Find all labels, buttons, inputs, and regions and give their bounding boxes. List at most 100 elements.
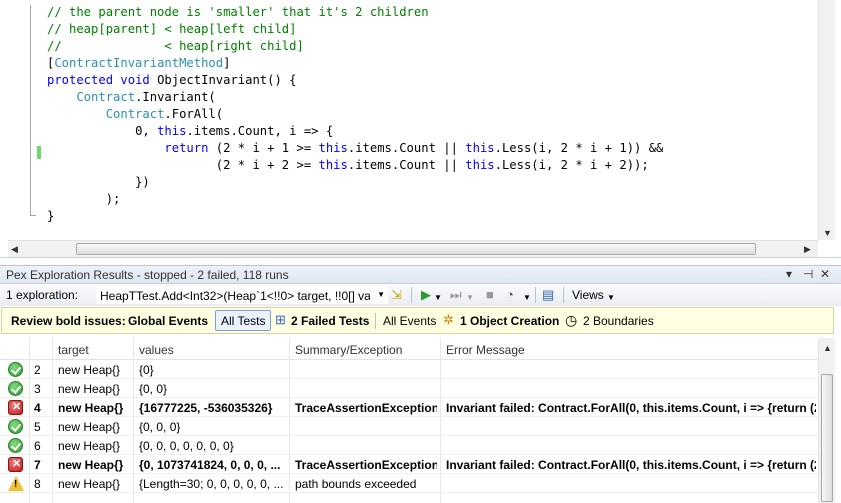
step-dropdown-icon[interactable]: ▼ bbox=[466, 290, 474, 306]
cell-values: {Length=30; 0, 0, 0, 0, 0, ... bbox=[139, 477, 284, 491]
step-icon[interactable]: ⏭ bbox=[450, 287, 462, 303]
editor-vertical-scrollbar[interactable]: ▼ bbox=[818, 0, 835, 240]
cell-summary: TraceAssertionException bbox=[295, 401, 437, 415]
options-dropdown-icon[interactable]: ▼ bbox=[523, 290, 531, 306]
goto-icon[interactable]: ⇲ bbox=[391, 287, 402, 303]
cell-summary: path bounds exceeded bbox=[295, 477, 417, 491]
run-icon[interactable]: ▶ bbox=[421, 287, 431, 303]
column-header-target[interactable]: target bbox=[58, 343, 89, 357]
panel-title-bar: Pex Exploration Results - stopped - 2 fa… bbox=[0, 265, 841, 284]
scroll-thumb[interactable] bbox=[76, 243, 756, 255]
scroll-left-icon[interactable]: ◀ bbox=[11, 243, 18, 255]
object-creation-icon: ✲ bbox=[443, 312, 454, 327]
results-toolbar: 1 exploration: HeapTTest.Add<Int32>(Heap… bbox=[0, 284, 841, 306]
cell-target: new Heap{} bbox=[58, 458, 124, 472]
cell-values: {0, 1073741824, 0, 0, 0, ... bbox=[139, 458, 281, 472]
grid-header: target values Summary/Exception Error Me… bbox=[0, 338, 818, 360]
exploration-label: 1 exploration: bbox=[6, 288, 79, 302]
fail-icon bbox=[8, 457, 23, 472]
cell-values: {16777225, -536035326} bbox=[139, 401, 273, 415]
all-events-button[interactable]: All Events bbox=[383, 314, 436, 328]
cell-target: new Heap{} bbox=[58, 477, 121, 491]
table-row[interactable]: 8 new Heap{} {Length=30; 0, 0, 0, 0, 0, ..… bbox=[0, 474, 818, 493]
results-grid: target values Summary/Exception Error Me… bbox=[0, 338, 818, 503]
change-marker bbox=[37, 146, 41, 159]
column-header-summary[interactable]: Summary/Exception bbox=[295, 343, 402, 357]
pass-icon bbox=[8, 381, 23, 396]
cell-error: Invariant failed: Contract.ForAll(0, thi… bbox=[446, 458, 816, 472]
column-header-values[interactable]: values bbox=[139, 343, 174, 357]
failed-tests-button[interactable]: 2 Failed Tests bbox=[291, 314, 369, 328]
cell-target: new Heap{} bbox=[58, 439, 121, 453]
cell-values: {0} bbox=[139, 363, 154, 377]
outline-collapse-bar[interactable] bbox=[25, 5, 36, 225]
global-events-link[interactable]: Global Events bbox=[128, 314, 208, 328]
all-tests-button[interactable]: All Tests bbox=[215, 310, 271, 331]
editor-horizontal-scrollbar[interactable]: ◀ ▶ bbox=[8, 240, 818, 257]
cell-values: {0, 0, 0} bbox=[139, 420, 181, 434]
cell-num: 8 bbox=[34, 477, 41, 491]
code-line: protected void ObjectInvariant() { bbox=[47, 73, 297, 87]
fail-icon bbox=[8, 400, 23, 415]
code-line: // < heap[right child] bbox=[47, 39, 304, 53]
cell-target: new Heap{} bbox=[58, 420, 121, 434]
cell-num: 5 bbox=[34, 420, 41, 434]
table-row[interactable]: 6 new Heap{} {0, 0, 0, 0, 0, 0, 0} bbox=[0, 436, 818, 455]
table-row[interactable]: 3 new Heap{} {0, 0} bbox=[0, 379, 818, 398]
cell-summary: TraceAssertionException bbox=[295, 458, 437, 472]
object-creation-button[interactable]: 1 Object Creation bbox=[460, 314, 559, 328]
scroll-right-icon[interactable]: ▶ bbox=[804, 243, 811, 255]
close-icon[interactable]: ✕ bbox=[820, 267, 830, 281]
panel-title: Pex Exploration Results - stopped - 2 fa… bbox=[6, 268, 289, 282]
scroll-thumb[interactable] bbox=[821, 374, 833, 502]
panel-menu-icon[interactable]: ▾ bbox=[786, 267, 792, 281]
code-line: (2 * i + 2 >= this.items.Count || this.L… bbox=[215, 158, 649, 172]
code-line: Contract.Invariant( bbox=[76, 90, 216, 104]
cell-num: 7 bbox=[34, 458, 41, 472]
pass-icon bbox=[8, 438, 23, 453]
code-line: Contract.ForAll( bbox=[105, 107, 224, 121]
pass-icon bbox=[8, 419, 23, 434]
exploration-select[interactable]: HeapTTest.Add<Int32>(Heap`1<!!0> target,… bbox=[96, 286, 388, 304]
issue-filter-bar: Review bold issues: Global Events All Te… bbox=[1, 307, 834, 334]
pass-icon bbox=[8, 362, 23, 377]
code-line: 0, this.items.Count, i => { bbox=[135, 124, 334, 138]
code-editor[interactable]: // the parent node is 'smaller' that it'… bbox=[0, 0, 841, 258]
cell-num: 4 bbox=[34, 401, 41, 415]
run-dropdown-icon[interactable]: ▼ bbox=[434, 290, 442, 306]
code-line: // the parent node is 'smaller' that it'… bbox=[47, 5, 429, 19]
cell-target: new Heap{} bbox=[58, 363, 121, 377]
cell-target: new Heap{} bbox=[58, 401, 124, 415]
chevron-down-icon: ▼ bbox=[377, 290, 385, 299]
table-row[interactable]: 4 new Heap{} {16777225, -536035326} TraceAs… bbox=[0, 398, 818, 417]
cell-num: 2 bbox=[34, 363, 41, 377]
code-line: ); bbox=[105, 192, 121, 206]
warning-icon bbox=[8, 476, 24, 491]
column-header-error[interactable]: Error Message bbox=[446, 343, 525, 357]
code-line: } bbox=[47, 209, 55, 223]
views-button[interactable]: Views bbox=[572, 288, 604, 302]
cell-values: {0, 0} bbox=[139, 382, 168, 396]
code-line: // heap[parent] < heap[left child] bbox=[47, 22, 297, 36]
cell-values: {0, 0, 0, 0, 0, 0, 0} bbox=[139, 439, 234, 453]
scroll-up-icon[interactable]: ▲ bbox=[823, 342, 832, 354]
failed-tests-icon: ⊞ bbox=[275, 312, 286, 327]
options-icon[interactable]: ◔ bbox=[506, 287, 514, 303]
clock-icon: ◷ bbox=[565, 312, 578, 328]
report-icon[interactable]: ▤ bbox=[542, 287, 554, 303]
boundaries-button[interactable]: 2 Boundaries bbox=[583, 314, 654, 328]
code-line: [ContractInvariantMethod] bbox=[47, 56, 231, 70]
table-row[interactable]: 2 new Heap{} {0} bbox=[0, 360, 818, 379]
table-row[interactable]: 5 new Heap{} {0, 0, 0} bbox=[0, 417, 818, 436]
stop-icon[interactable]: ■ bbox=[486, 287, 494, 303]
table-row[interactable]: 7 new Heap{} {0, 1073741824, 0, 0, 0, ... T… bbox=[0, 455, 818, 474]
pin-icon[interactable]: ⊣ bbox=[803, 267, 813, 281]
code-line: return (2 * i + 1 >= this.items.Count ||… bbox=[164, 141, 664, 155]
cell-target: new Heap{} bbox=[58, 382, 121, 396]
editor-gutter bbox=[0, 0, 26, 240]
cell-num: 3 bbox=[34, 382, 41, 396]
grid-vertical-scrollbar[interactable]: ▲ bbox=[818, 338, 835, 503]
views-dropdown-icon[interactable]: ▼ bbox=[607, 290, 615, 306]
cell-error: Invariant failed: Contract.ForAll(0, thi… bbox=[446, 401, 816, 415]
cell-num: 6 bbox=[34, 439, 41, 453]
